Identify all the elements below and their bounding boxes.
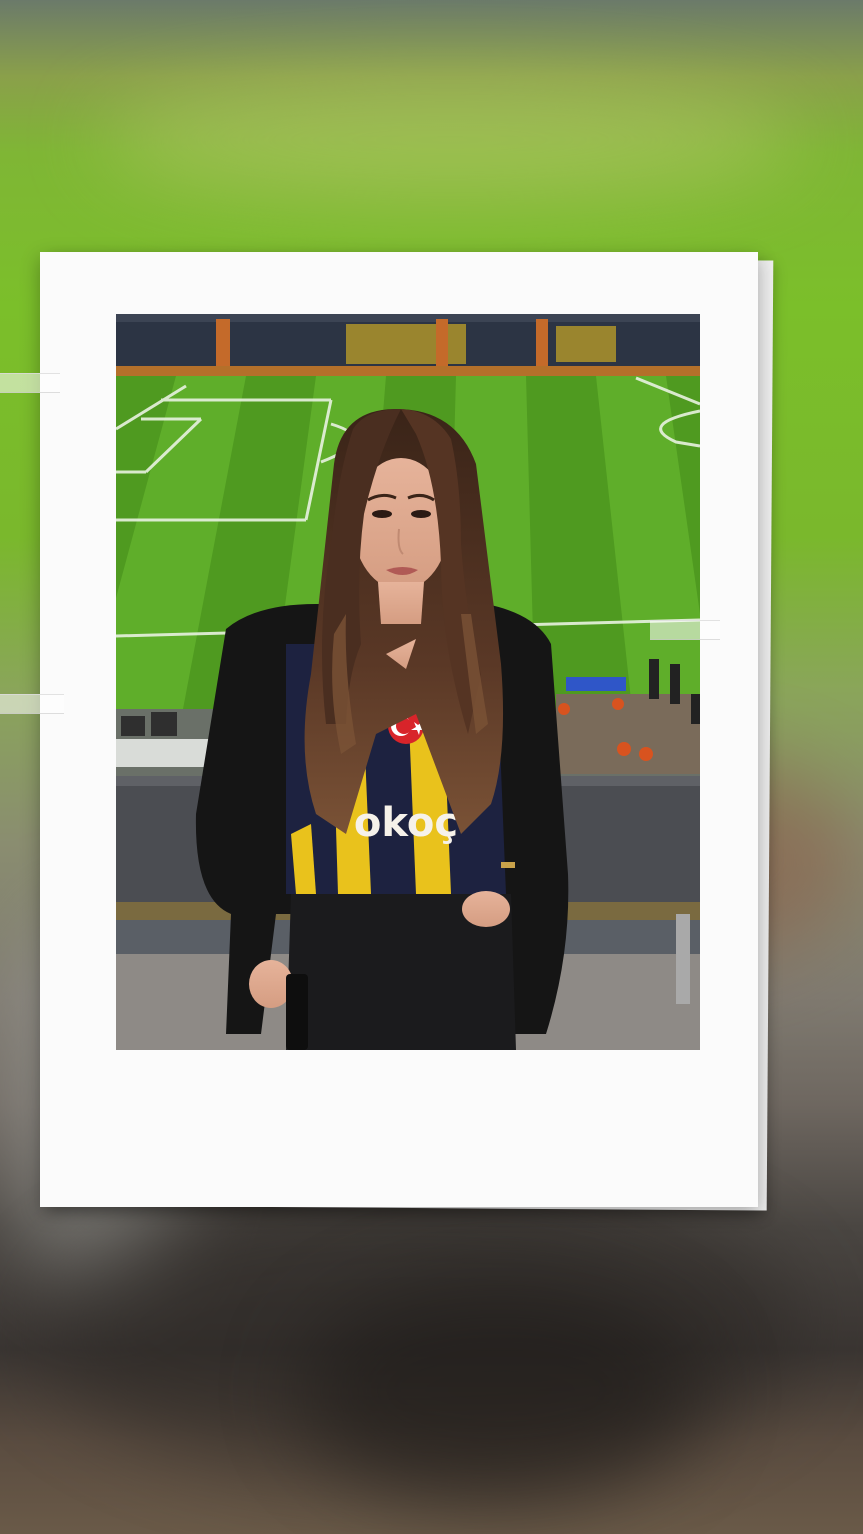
polaroid-frame[interactable]: okoç <box>40 252 758 1207</box>
jersey-sponsor-text: okoç <box>354 800 458 846</box>
right-hand <box>462 891 510 927</box>
background-blur <box>300 1280 700 1500</box>
sideline-fence <box>116 739 216 767</box>
phone <box>286 974 308 1050</box>
tape-strip <box>0 373 60 393</box>
story-screen: okoç <box>0 0 863 1534</box>
tape-strip <box>0 694 64 714</box>
stadium-photo-illustration: okoç <box>116 314 700 1050</box>
story-photo[interactable]: okoç <box>116 314 700 1050</box>
tape-strip <box>650 620 720 640</box>
background-blur <box>100 80 800 200</box>
